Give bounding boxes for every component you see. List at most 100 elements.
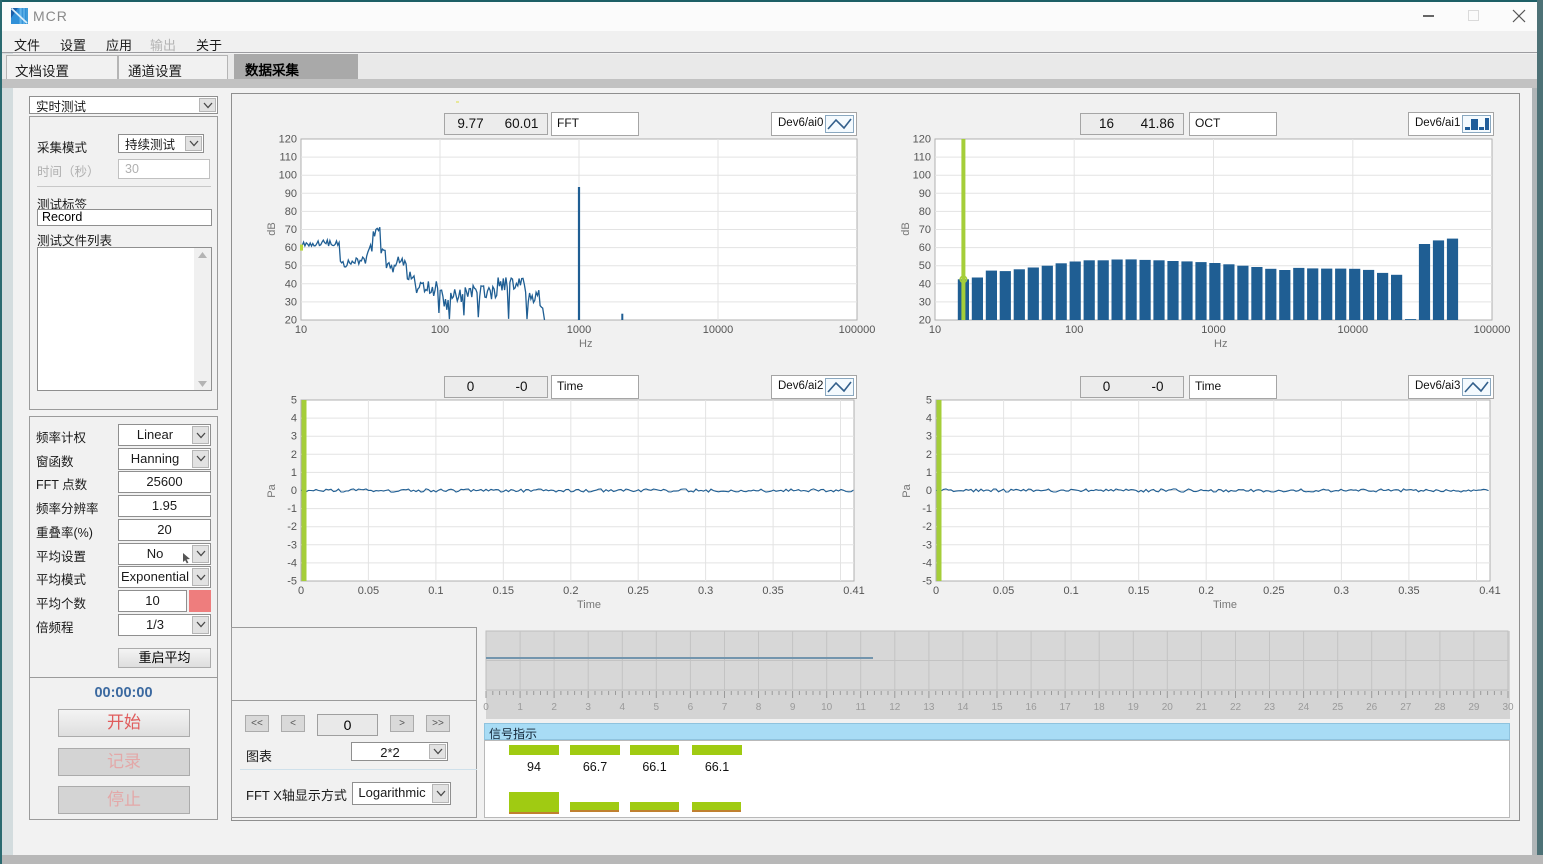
svg-text:1000: 1000	[1201, 324, 1225, 336]
svg-text:8: 8	[756, 702, 762, 713]
svg-text:7: 7	[722, 702, 728, 713]
svg-text:0: 0	[933, 585, 939, 597]
svg-text:-3: -3	[287, 539, 297, 551]
svg-text:22: 22	[1230, 702, 1242, 713]
svg-text:-5: -5	[922, 576, 932, 588]
svg-text:24: 24	[1298, 702, 1310, 713]
svg-text:90: 90	[919, 188, 931, 200]
svg-text:120: 120	[913, 134, 931, 146]
svg-text:90: 90	[285, 188, 297, 200]
svg-text:23: 23	[1264, 702, 1276, 713]
svg-text:4: 4	[926, 413, 932, 425]
svg-text:18: 18	[1094, 702, 1106, 713]
svg-text:0: 0	[483, 702, 489, 713]
svg-text:50: 50	[919, 260, 931, 272]
svg-text:10000: 10000	[703, 324, 734, 336]
svg-text:120: 120	[279, 134, 297, 146]
svg-text:20: 20	[1162, 702, 1174, 713]
svg-text:3: 3	[926, 431, 932, 443]
svg-text:27: 27	[1400, 702, 1412, 713]
svg-text:-2: -2	[287, 521, 297, 533]
svg-text:40: 40	[919, 278, 931, 290]
svg-text:100: 100	[913, 170, 931, 182]
svg-text:21: 21	[1196, 702, 1208, 713]
svg-text:2: 2	[291, 449, 297, 461]
svg-text:Pa: Pa	[901, 483, 913, 497]
svg-text:0.35: 0.35	[1398, 585, 1419, 597]
svg-text:16: 16	[1026, 702, 1038, 713]
svg-text:0.41: 0.41	[1479, 585, 1500, 597]
svg-text:Pa: Pa	[266, 483, 278, 497]
svg-text:10: 10	[929, 324, 941, 336]
svg-text:10000: 10000	[1338, 324, 1369, 336]
svg-text:50: 50	[285, 260, 297, 272]
svg-text:3: 3	[585, 702, 591, 713]
svg-text:Hz: Hz	[579, 338, 592, 350]
svg-text:-3: -3	[922, 539, 932, 551]
svg-text:19: 19	[1128, 702, 1140, 713]
svg-text:-1: -1	[287, 503, 297, 515]
svg-text:1: 1	[291, 467, 297, 479]
svg-text:4: 4	[291, 413, 297, 425]
svg-text:-5: -5	[287, 576, 297, 588]
svg-text:29: 29	[1468, 702, 1480, 713]
svg-text:0.2: 0.2	[1199, 585, 1214, 597]
svg-text:5: 5	[926, 395, 932, 407]
svg-text:110: 110	[279, 152, 297, 164]
svg-text:30: 30	[919, 296, 931, 308]
svg-text:30: 30	[1502, 702, 1514, 713]
svg-text:0.2: 0.2	[563, 585, 578, 597]
svg-text:26: 26	[1366, 702, 1378, 713]
svg-text:dB: dB	[900, 222, 912, 235]
svg-text:14: 14	[957, 702, 969, 713]
svg-text:-4: -4	[922, 557, 932, 569]
svg-text:0.1: 0.1	[428, 585, 443, 597]
svg-text:80: 80	[285, 206, 297, 218]
svg-text:100000: 100000	[1474, 324, 1511, 336]
svg-text:2: 2	[926, 449, 932, 461]
svg-text:70: 70	[285, 224, 297, 236]
svg-text:0.05: 0.05	[358, 585, 379, 597]
svg-text:70: 70	[919, 224, 931, 236]
svg-text:1: 1	[517, 702, 523, 713]
svg-text:25: 25	[1332, 702, 1344, 713]
svg-text:0: 0	[926, 485, 932, 497]
svg-text:0.15: 0.15	[1128, 585, 1149, 597]
svg-text:0: 0	[291, 485, 297, 497]
svg-text:0.3: 0.3	[1334, 585, 1349, 597]
svg-text:Time: Time	[1213, 599, 1237, 611]
svg-text:30: 30	[285, 296, 297, 308]
svg-text:0.35: 0.35	[762, 585, 783, 597]
svg-text:100000: 100000	[839, 324, 876, 336]
svg-text:0.05: 0.05	[993, 585, 1014, 597]
svg-text:3: 3	[291, 431, 297, 443]
svg-text:60: 60	[285, 242, 297, 254]
svg-text:110: 110	[913, 152, 931, 164]
svg-text:60: 60	[919, 242, 931, 254]
svg-text:100: 100	[431, 324, 449, 336]
svg-text:12: 12	[889, 702, 901, 713]
svg-text:-4: -4	[287, 557, 297, 569]
svg-text:0.25: 0.25	[627, 585, 648, 597]
svg-text:9: 9	[790, 702, 796, 713]
svg-text:4: 4	[620, 702, 626, 713]
svg-text:6: 6	[688, 702, 694, 713]
svg-text:0.15: 0.15	[493, 585, 514, 597]
svg-text:11: 11	[856, 702, 867, 713]
svg-text:17: 17	[1060, 702, 1072, 713]
svg-text:5: 5	[291, 395, 297, 407]
svg-text:40: 40	[285, 278, 297, 290]
svg-text:1000: 1000	[567, 324, 591, 336]
svg-text:-1: -1	[922, 503, 932, 515]
svg-text:10: 10	[821, 702, 833, 713]
svg-text:10: 10	[295, 324, 307, 336]
svg-text:0.25: 0.25	[1263, 585, 1284, 597]
svg-text:Hz: Hz	[1214, 338, 1227, 350]
svg-text:15: 15	[991, 702, 1003, 713]
svg-text:5: 5	[654, 702, 660, 713]
svg-text:100: 100	[1065, 324, 1083, 336]
svg-text:0.3: 0.3	[698, 585, 713, 597]
svg-text:80: 80	[919, 206, 931, 218]
svg-text:100: 100	[279, 170, 297, 182]
svg-text:0.41: 0.41	[843, 585, 864, 597]
